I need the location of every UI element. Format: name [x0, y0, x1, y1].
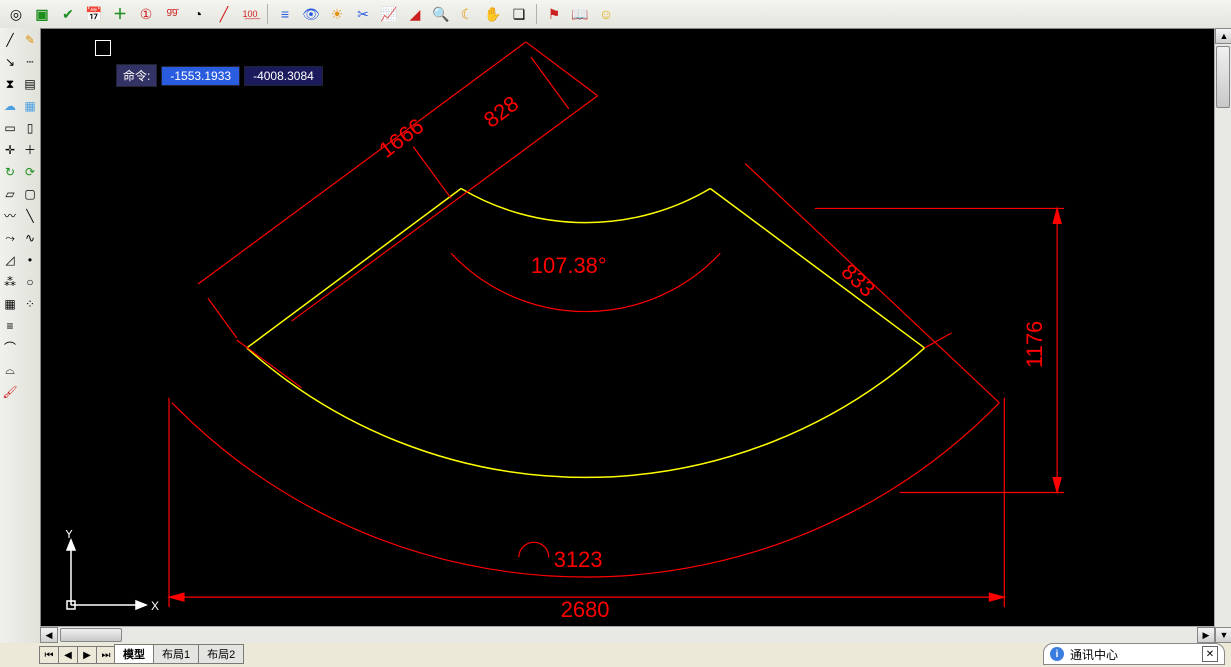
- notification-bar[interactable]: i 通讯中心 ✕: [1043, 643, 1225, 665]
- scroll-down-button[interactable]: ▼: [1215, 627, 1231, 643]
- left-toolbar: ╱ ↘ ⧗ ☁ ▭ ✛ ↻ ▱ 〰 ⤳ ◿ ⁂ ▦ ≡ ⌒ ⌓ 🖌 ✎ ┄ ▤ …: [0, 28, 41, 643]
- eye-icon[interactable]: 👁: [299, 2, 323, 26]
- smile-icon[interactable]: ☺: [594, 2, 618, 26]
- ruler-icon[interactable]: ▭: [0, 118, 20, 138]
- tab-nav-last[interactable]: ⏭: [96, 646, 116, 664]
- slope-icon[interactable]: ◢: [403, 2, 427, 26]
- close-icon[interactable]: ✕: [1202, 646, 1218, 662]
- dots-icon[interactable]: ⁘: [20, 294, 40, 314]
- vertical-scrollbar[interactable]: ▲ ▼: [1214, 28, 1231, 643]
- box-icon[interactable]: ▢: [20, 184, 40, 204]
- shapes-icon[interactable]: ▦: [0, 294, 20, 314]
- line-icon[interactable]: ╱: [0, 30, 20, 50]
- move-icon[interactable]: ✛: [0, 140, 20, 160]
- rotate-icon[interactable]: ↻: [0, 162, 20, 182]
- path-icon[interactable]: ⤳: [0, 228, 20, 248]
- check-icon[interactable]: ✔: [56, 2, 80, 26]
- scroll-up-button[interactable]: ▲: [1215, 28, 1231, 44]
- tab-nav-prev[interactable]: ◀: [58, 646, 78, 664]
- curve1-icon[interactable]: ⌒: [0, 338, 20, 358]
- vruler-icon[interactable]: ▯: [20, 118, 40, 138]
- tab-layout1[interactable]: 布局1: [153, 644, 199, 664]
- slash-icon[interactable]: ╱: [212, 2, 236, 26]
- separator: [267, 4, 268, 24]
- plus2-icon[interactable]: ＋: [20, 140, 40, 160]
- layout-tabs: 模型 布局1 布局2: [115, 646, 244, 664]
- bottom-bar: ⏮ ◀ ▶ ⏭ 模型 布局1 布局2 i 通讯中心 ✕: [0, 643, 1231, 667]
- pencil-icon[interactable]: ✎: [20, 30, 40, 50]
- scroll-thumb[interactable]: [60, 628, 122, 642]
- dim-833: 833: [836, 259, 880, 302]
- tab-model[interactable]: 模型: [114, 644, 154, 664]
- ucs-icon: X Y: [51, 530, 161, 620]
- shade-icon[interactable]: ▤: [20, 74, 40, 94]
- dim-828: 828: [479, 91, 523, 133]
- flag-icon[interactable]: ⚑: [542, 2, 566, 26]
- drawing-canvas[interactable]: 命令: -1553.1933 -4008.3084: [40, 28, 1231, 643]
- circle-icon[interactable]: ○: [20, 272, 40, 292]
- axis-y-label: Y: [65, 530, 73, 541]
- graph-icon[interactable]: 📈: [377, 2, 401, 26]
- top-toolbar: ◎ ▣ ✔ 📅 ＋ ① 9̄9̄ ◔ ╱ 1̲0̲0̲ ≡ 👁 ☀ ✂ 📈 ◢ …: [0, 0, 1231, 29]
- cad-drawing: 1666 828 107.38° 833 1176 3123 2680: [41, 29, 1230, 642]
- moon-icon[interactable]: ☾: [455, 2, 479, 26]
- dim-2680: 2680: [561, 597, 610, 622]
- curve2-icon[interactable]: ⌓: [0, 360, 20, 380]
- layer-icon[interactable]: ▣: [30, 2, 54, 26]
- info-icon: i: [1050, 647, 1064, 661]
- dash-icon[interactable]: ┄: [20, 52, 40, 72]
- target-icon[interactable]: ◎: [4, 2, 28, 26]
- dim-1176: 1176: [1022, 321, 1047, 368]
- scroll-track[interactable]: [58, 627, 1197, 643]
- left-toolbar-col1: ╱ ↘ ⧗ ☁ ▭ ✛ ↻ ▱ 〰 ⤳ ◿ ⁂ ▦ ≡ ⌒ ⌓ 🖌: [0, 28, 20, 643]
- scroll-track[interactable]: [1215, 44, 1231, 627]
- left-toolbar-col2: ✎ ┄ ▤ ▦ ▯ ＋ ⟳ ▢ ╲ ∿ • ○ ⁘: [20, 28, 40, 643]
- scroll-thumb[interactable]: [1216, 46, 1230, 108]
- grid-icon[interactable]: ▦: [20, 96, 40, 116]
- protractor-icon[interactable]: ◔: [186, 2, 210, 26]
- scissors-icon[interactable]: ✂: [351, 2, 375, 26]
- axis-x-label: X: [151, 599, 159, 613]
- plus-icon[interactable]: ＋: [108, 2, 132, 26]
- page-icon[interactable]: ❏: [507, 2, 531, 26]
- hand-icon[interactable]: ✋: [481, 2, 505, 26]
- diag-icon[interactable]: ╲: [20, 206, 40, 226]
- tab-layout2[interactable]: 布局2: [198, 644, 244, 664]
- sun-icon[interactable]: ☀: [325, 2, 349, 26]
- crop-icon[interactable]: ▱: [0, 184, 20, 204]
- calendar-icon[interactable]: 📅: [82, 2, 106, 26]
- brush-icon[interactable]: 🖌: [0, 382, 20, 402]
- cloud-icon[interactable]: ☁: [0, 96, 20, 116]
- spray-icon[interactable]: ⁂: [0, 272, 20, 292]
- bars-icon[interactable]: ≡: [0, 316, 20, 336]
- bar100-icon[interactable]: 1̲0̲0̲: [238, 2, 262, 26]
- overline99-icon[interactable]: 9̄9̄: [160, 2, 184, 26]
- zoom-in-icon[interactable]: 🔍: [429, 2, 453, 26]
- notification-label: 通讯中心: [1070, 646, 1118, 663]
- tab-nav-first[interactable]: ⏮: [39, 646, 59, 664]
- mirror-icon[interactable]: ⧗: [0, 74, 20, 94]
- circle1-icon[interactable]: ①: [134, 2, 158, 26]
- polyline-icon[interactable]: 〰: [0, 206, 20, 226]
- separator: [536, 4, 537, 24]
- scroll-left-button[interactable]: ◀: [40, 627, 58, 643]
- book-icon[interactable]: 📖: [568, 2, 592, 26]
- scroll-right-button[interactable]: ▶: [1197, 627, 1215, 643]
- dim-r3123: 3123: [554, 547, 603, 572]
- refresh-icon[interactable]: ⟳: [20, 162, 40, 182]
- pin-icon[interactable]: •: [20, 250, 40, 270]
- angle-icon[interactable]: ◿: [0, 250, 20, 270]
- wave-icon[interactable]: ∿: [20, 228, 40, 248]
- tab-nav: ⏮ ◀ ▶ ⏭: [40, 646, 116, 664]
- lines-icon[interactable]: ≡: [273, 2, 297, 26]
- horizontal-scrollbar[interactable]: ◀ ▶: [40, 626, 1215, 643]
- arrow-icon[interactable]: ↘: [0, 52, 20, 72]
- tab-nav-next[interactable]: ▶: [77, 646, 97, 664]
- dim-angle: 107.38°: [531, 253, 607, 278]
